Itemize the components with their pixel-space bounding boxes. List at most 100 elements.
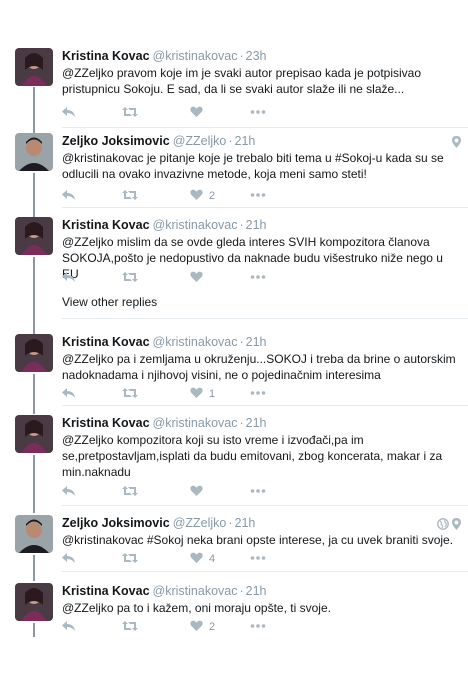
like-count: 2: [209, 190, 216, 202]
divider: [62, 127, 468, 128]
retweet-icon[interactable]: [122, 552, 138, 566]
view-other-replies-link[interactable]: View other replies: [62, 295, 157, 309]
tweet-actions: 1: [62, 387, 292, 401]
like-count: 4: [209, 553, 216, 565]
separator-dot: ·: [239, 584, 244, 598]
thread-line: [33, 398, 35, 413]
author-handle[interactable]: @kristinakovac: [153, 416, 238, 430]
tweet-text: @ZZeljko pa i zemljama u okruženju...SOK…: [62, 352, 456, 382]
author-handle[interactable]: @ZZeljko: [173, 516, 227, 530]
divider: [62, 207, 468, 208]
more-icon[interactable]: [250, 106, 266, 120]
reply-icon[interactable]: [62, 106, 76, 120]
separator-dot: ·: [239, 49, 244, 63]
separator-dot: ·: [228, 134, 233, 148]
tweet-header: Kristina Kovac @kristinakovac · 21h: [62, 334, 453, 350]
author-name[interactable]: Zeljko Joksimovic: [62, 134, 170, 148]
tweet-text: @ZZeljko pa to i kažem, oni moraju opšte…: [62, 601, 331, 615]
thread-line: [33, 503, 35, 513]
avatar[interactable]: [15, 334, 53, 372]
like-count: 1: [209, 388, 216, 400]
timestamp[interactable]: 21h: [246, 335, 267, 349]
avatar[interactable]: [15, 48, 53, 86]
heart-icon[interactable]: [190, 271, 203, 285]
tweet-header: Zeljko Joksimovic @ZZeljko · 21h: [62, 133, 453, 149]
tweet-header: Kristina Kovac @kristinakovac · 21h: [62, 415, 453, 431]
heart-icon[interactable]: [190, 620, 203, 634]
heart-icon[interactable]: [190, 485, 203, 499]
separator-dot: ·: [239, 335, 244, 349]
author-name[interactable]: Kristina Kovac: [62, 218, 150, 232]
tweet-actions: 2: [62, 620, 292, 634]
more-icon[interactable]: [250, 387, 266, 401]
author-handle[interactable]: @kristinakovac: [153, 335, 238, 349]
more-icon[interactable]: [250, 189, 266, 203]
retweet-icon[interactable]: [122, 189, 138, 203]
heart-icon[interactable]: [190, 106, 203, 120]
tweet-text: @ZZeljko pravom koje im je svaki autor p…: [62, 66, 422, 96]
avatar[interactable]: [15, 415, 53, 453]
tweet-text: @kristinakovac je pitanje koje je trebal…: [62, 151, 444, 181]
retweet-icon[interactable]: [122, 387, 138, 401]
tweet-header: Kristina Kovac @kristinakovac · 21h: [62, 583, 453, 599]
more-icon[interactable]: [250, 485, 266, 499]
avatar[interactable]: [15, 217, 53, 255]
timestamp[interactable]: 21h: [246, 584, 267, 598]
heart-icon[interactable]: [190, 552, 203, 566]
more-icon[interactable]: [250, 620, 266, 634]
avatar[interactable]: [15, 515, 53, 553]
reply-icon[interactable]: [62, 271, 76, 285]
avatar[interactable]: [15, 133, 53, 171]
tweet-actions: 4: [62, 552, 292, 566]
retweet-icon[interactable]: [122, 106, 138, 120]
more-icon[interactable]: [250, 552, 266, 566]
separator-dot: ·: [228, 516, 233, 530]
author-handle[interactable]: @kristinakovac: [153, 49, 238, 63]
tweet-actions: 2: [62, 189, 292, 203]
author-name[interactable]: Zeljko Joksimovic: [62, 516, 170, 530]
reply-icon[interactable]: [62, 189, 76, 203]
avatar[interactable]: [15, 583, 53, 621]
thread-line: [33, 571, 35, 581]
tweet-header: Zeljko Joksimovic @ZZeljko · 21h: [62, 515, 453, 531]
divider: [62, 318, 468, 319]
tweet-actions: [62, 106, 292, 120]
divider: [62, 505, 468, 506]
author-handle[interactable]: @ZZeljko: [173, 134, 227, 148]
author-handle[interactable]: @kristinakovac: [153, 218, 238, 232]
author-name[interactable]: Kristina Kovac: [62, 584, 150, 598]
divider: [62, 405, 468, 406]
more-icon[interactable]: [250, 271, 266, 285]
separator-dot: ·: [239, 218, 244, 232]
heart-icon[interactable]: [190, 189, 203, 203]
retweet-icon[interactable]: [122, 485, 138, 499]
tweet-header: Kristina Kovac @kristinakovac · 21h: [62, 217, 453, 233]
reply-icon[interactable]: [62, 485, 76, 499]
author-name[interactable]: Kristina Kovac: [62, 416, 150, 430]
author-name[interactable]: Kristina Kovac: [62, 335, 150, 349]
reply-icon[interactable]: [62, 387, 76, 401]
thread-line: [33, 191, 35, 215]
author-name[interactable]: Kristina Kovac: [62, 49, 150, 63]
tweet-text: @kristinakovac #Sokoj neka brani opste i…: [62, 533, 454, 547]
timestamp[interactable]: 21h: [246, 416, 267, 430]
tweet-text: @ZZeljko kompozitora koji su isto vreme …: [62, 433, 443, 479]
timestamp[interactable]: 23h: [246, 49, 267, 63]
reply-icon[interactable]: [62, 620, 76, 634]
like-count: 2: [209, 621, 216, 633]
divider: [62, 571, 468, 572]
thread-line: [33, 87, 35, 131]
tweet-actions: [62, 271, 292, 285]
retweet-icon[interactable]: [122, 271, 138, 285]
separator-dot: ·: [239, 416, 244, 430]
thread-line: [33, 623, 35, 637]
tweet-header: Kristina Kovac @kristinakovac · 23h: [62, 48, 453, 64]
thread-line: [33, 455, 35, 508]
timestamp[interactable]: 21h: [235, 516, 256, 530]
author-handle[interactable]: @kristinakovac: [153, 584, 238, 598]
timestamp[interactable]: 21h: [235, 134, 256, 148]
timestamp[interactable]: 21h: [246, 218, 267, 232]
retweet-icon[interactable]: [122, 620, 138, 634]
reply-icon[interactable]: [62, 552, 76, 566]
heart-icon[interactable]: [190, 387, 203, 401]
